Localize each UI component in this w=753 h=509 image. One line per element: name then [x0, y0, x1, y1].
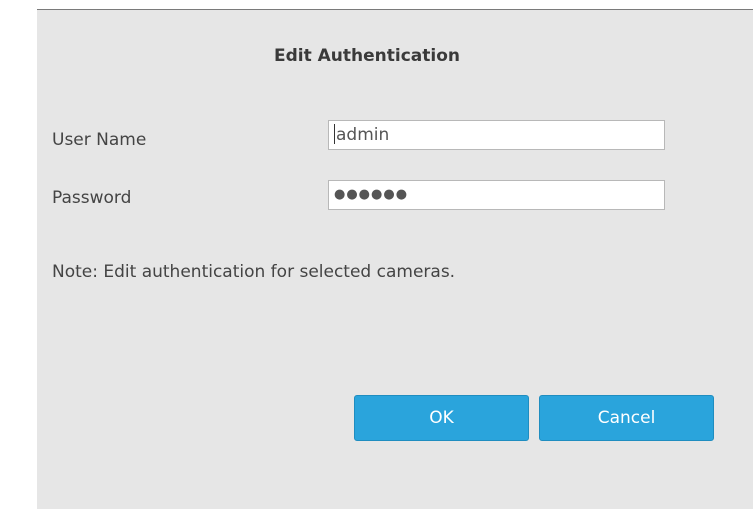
- password-label: Password: [52, 188, 132, 208]
- dialog-title: Edit Authentication: [273, 46, 460, 66]
- password-field[interactable]: ●●●●●●: [328, 180, 665, 210]
- user-name-value: admin: [336, 125, 390, 145]
- text-caret: [334, 123, 335, 144]
- cancel-button[interactable]: Cancel: [539, 395, 714, 441]
- password-value: ●●●●●●: [334, 187, 409, 202]
- user-name-label: User Name: [52, 130, 147, 150]
- edit-authentication-dialog: Edit Authentication User Name admin Pass…: [37, 9, 753, 509]
- ok-button[interactable]: OK: [354, 395, 529, 441]
- user-name-field[interactable]: admin: [328, 120, 665, 150]
- note-text: Note: Edit authentication for selected c…: [52, 262, 456, 282]
